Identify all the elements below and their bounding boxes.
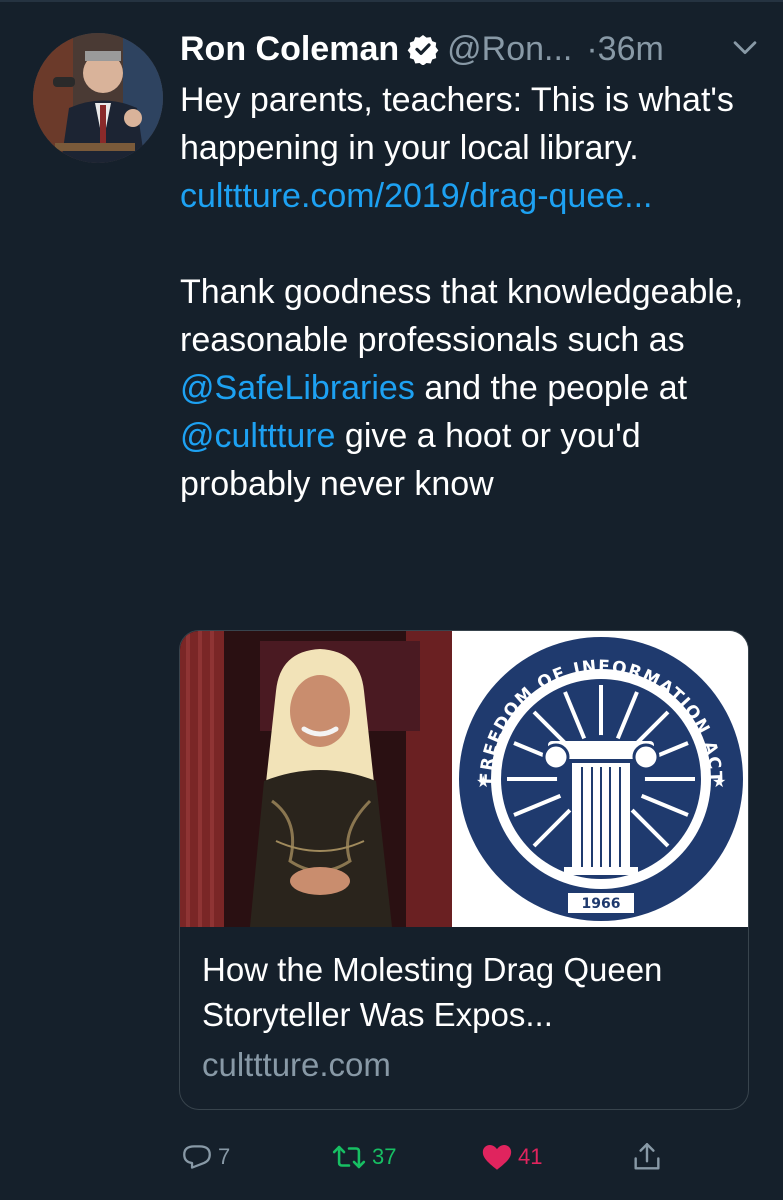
top-divider [0, 0, 783, 2]
verified-badge-icon [407, 33, 439, 65]
foia-seal-image: 1966 FREEDOM OF INFORMATION ACT ★ ★ [452, 631, 748, 927]
display-name[interactable]: Ron Coleman [180, 24, 399, 74]
article-link[interactable]: culttture.com/2019/drag-quee... [180, 177, 653, 215]
retweet-icon [330, 1140, 368, 1174]
retweet-button[interactable]: 37 [330, 1132, 396, 1182]
tweet-text-body-mid: and the people at [424, 369, 688, 407]
tweet-text: Hey parents, teachers: This is what's ha… [180, 76, 760, 508]
svg-text:★: ★ [476, 772, 490, 791]
mention-safelibraries[interactable]: @SafeLibraries [180, 369, 415, 407]
card-domain: culttture.com [202, 1046, 391, 1083]
tweet-text-body-start: Thank goodness that knowledgeable, reaso… [180, 273, 744, 359]
share-icon [630, 1140, 664, 1174]
like-icon [480, 1140, 514, 1174]
reply-icon [180, 1140, 214, 1174]
like-button[interactable]: 41 [480, 1132, 542, 1182]
like-count: 41 [518, 1144, 543, 1169]
tweet-actions: 7 37 41 [0, 1132, 783, 1182]
tweet-paragraph-1: Hey parents, teachers: This is what's ha… [180, 76, 760, 220]
timestamp[interactable]: ·36m [586, 24, 663, 74]
reply-count: 7 [218, 1144, 231, 1169]
tweet-text-intro: Hey parents, teachers: This is what's ha… [180, 81, 734, 167]
svg-text:★: ★ [712, 772, 726, 791]
reply-button[interactable]: 7 [180, 1132, 230, 1182]
seal-year: 1966 [582, 896, 621, 912]
card-title[interactable]: How the Molesting Drag Queen Storyteller… [202, 947, 732, 1037]
avatar[interactable] [33, 33, 163, 163]
card-image[interactable]: 1966 FREEDOM OF INFORMATION ACT ★ ★ [180, 631, 748, 927]
chevron-down-icon[interactable] [728, 30, 762, 64]
retweet-count: 37 [372, 1144, 397, 1169]
share-button[interactable] [630, 1132, 664, 1182]
tweet-paragraph-2: Thank goodness that knowledgeable, reaso… [180, 268, 760, 508]
link-card[interactable]: 1966 FREEDOM OF INFORMATION ACT ★ ★ How … [179, 630, 749, 1110]
tweet-header: Ron Coleman @Ron... ·36m [180, 24, 760, 74]
card-photo [180, 631, 452, 927]
user-handle[interactable]: @Ron... [447, 24, 572, 74]
mention-culttture[interactable]: @culttture [180, 417, 335, 455]
